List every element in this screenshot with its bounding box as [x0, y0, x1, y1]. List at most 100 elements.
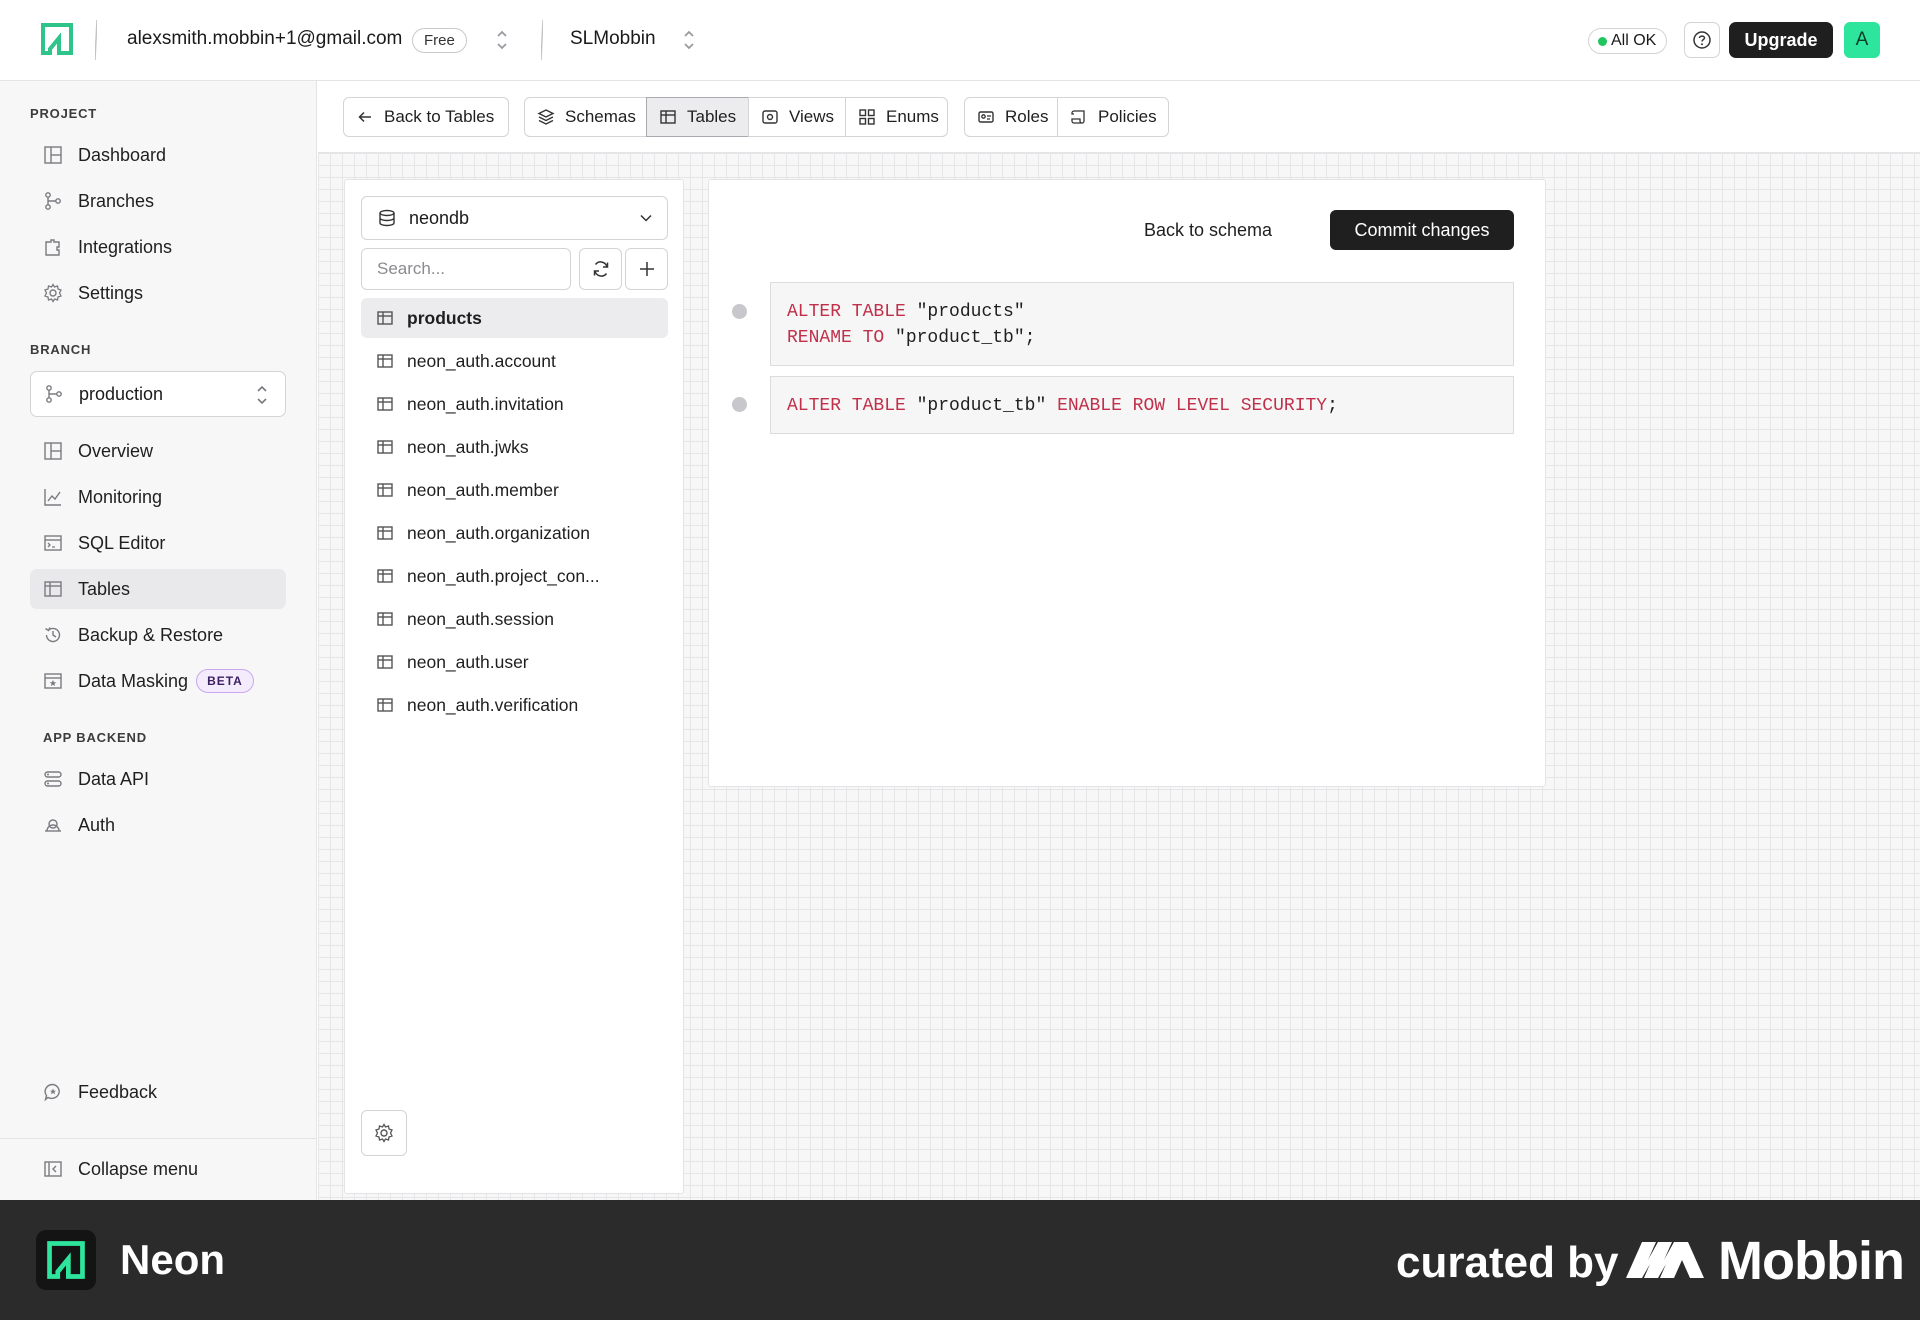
eye-icon: [762, 110, 778, 124]
sidebar-item-auth[interactable]: Auth: [30, 805, 286, 845]
sidebar-item-integrations[interactable]: Integrations: [30, 227, 286, 267]
sidebar-item-label: Auth: [78, 814, 116, 835]
sidebar-item-branches[interactable]: Branches: [30, 181, 286, 221]
table-list-item[interactable]: neon_auth.session: [361, 599, 668, 639]
chevron-up-down-icon[interactable]: [492, 27, 512, 53]
table-list-item[interactable]: neon_auth.organization: [361, 513, 668, 553]
table-icon: [377, 483, 393, 497]
sidebar-item-tables[interactable]: Tables: [30, 569, 286, 609]
back-to-tables-button[interactable]: Back to Tables: [343, 97, 509, 137]
overview-icon: [44, 442, 62, 460]
tab-views[interactable]: Views: [748, 97, 846, 137]
schema-canvas: neondb products neon_auth.account neon_aut…: [318, 153, 1920, 1200]
neon-logo-icon[interactable]: [40, 22, 74, 56]
tab-enums[interactable]: Enums: [845, 97, 948, 137]
avatar[interactable]: A: [1844, 22, 1880, 58]
database-selector[interactable]: neondb: [361, 196, 668, 240]
project-name[interactable]: SLMobbin: [570, 28, 656, 50]
table-list-item[interactable]: neon_auth.project_con...: [361, 556, 668, 596]
data-api-icon: [44, 771, 62, 787]
feedback-label: Feedback: [78, 1081, 158, 1102]
sidebar-item-monitoring[interactable]: Monitoring: [30, 477, 286, 517]
chevron-up-down-icon: [257, 385, 267, 405]
table-list-item[interactable]: neon_auth.member: [361, 470, 668, 510]
sidebar-divider: [0, 1138, 316, 1139]
table-name: neon_auth.account: [407, 350, 556, 371]
table-icon: [377, 397, 393, 411]
table-icon: [377, 311, 393, 325]
help-button[interactable]: [1684, 22, 1720, 58]
table-icon: [377, 655, 393, 669]
scroll-icon: [1071, 110, 1085, 124]
collapse-sidebar-icon: [44, 1161, 62, 1177]
branch-selector[interactable]: production: [30, 371, 286, 417]
collapse-menu-button[interactable]: Collapse menu: [30, 1149, 286, 1189]
database-icon: [379, 209, 395, 227]
status-dot-icon: [1598, 37, 1607, 46]
main-content: Back to Tables Schemas Tables Views Enum…: [318, 81, 1920, 1200]
table-list-item[interactable]: neon_auth.invitation: [361, 384, 668, 424]
table-icon: [377, 569, 393, 583]
table-icon: [377, 526, 393, 540]
section-title-branch: BRANCH: [30, 342, 92, 357]
table-list-item[interactable]: products: [361, 298, 668, 338]
refresh-button[interactable]: [579, 248, 622, 290]
tab-label: Schemas: [565, 107, 636, 126]
panel-settings-button[interactable]: [361, 1110, 407, 1156]
table-name: neon_auth.jwks: [407, 436, 529, 457]
sidebar-item-sql-editor[interactable]: SQL Editor: [30, 523, 286, 563]
sidebar-item-backup-restore[interactable]: Backup & Restore: [30, 615, 286, 655]
sidebar-item-overview[interactable]: Overview: [30, 431, 286, 471]
table-name: neon_auth.user: [407, 651, 529, 672]
breadcrumb-separator: [541, 20, 543, 60]
sidebar-item-label: Backup & Restore: [78, 624, 224, 645]
sidebar: PROJECT Dashboard Branches Integrations …: [0, 81, 317, 1200]
gear-icon: [44, 283, 62, 303]
sidebar-item-label: Settings: [78, 282, 144, 303]
sidebar-item-data-api[interactable]: Data API: [30, 759, 286, 799]
sidebar-item-settings[interactable]: Settings: [30, 273, 286, 313]
change-status-dot: [732, 397, 747, 412]
feedback-button[interactable]: Feedback: [30, 1072, 286, 1112]
add-table-button[interactable]: [625, 248, 668, 290]
tab-label: Enums: [886, 107, 939, 126]
sidebar-item-data-masking[interactable]: Data Masking BETA: [30, 661, 286, 701]
database-name: neondb: [409, 207, 470, 228]
feedback-icon: [44, 1083, 60, 1102]
collapse-menu-label: Collapse menu: [78, 1158, 199, 1179]
data-masking-icon: [44, 673, 62, 689]
sidebar-item-label: Data API: [78, 768, 150, 789]
sidebar-item-label: SQL Editor: [78, 532, 166, 553]
footer-banner: Neon curated by Mobbin: [0, 1200, 1920, 1320]
table-list-item[interactable]: neon_auth.verification: [361, 685, 668, 725]
sidebar-item-dashboard[interactable]: Dashboard: [30, 135, 286, 175]
table-search-input[interactable]: [361, 248, 571, 290]
curator-name: Mobbin: [1718, 1231, 1905, 1291]
table-list-item[interactable]: neon_auth.jwks: [361, 427, 668, 467]
sidebar-item-label: Dashboard: [78, 144, 167, 165]
tab-tables[interactable]: Tables: [646, 97, 749, 137]
table-icon: [44, 581, 62, 597]
tab-roles[interactable]: Roles: [964, 97, 1058, 137]
tab-label: Roles: [1005, 107, 1049, 126]
account-email[interactable]: alexsmith.mobbin+1@gmail.com: [127, 28, 402, 50]
upgrade-button[interactable]: Upgrade: [1729, 22, 1833, 58]
help-icon: [1693, 31, 1711, 49]
sql-keyword: ENABLE ROW LEVEL SECURITY: [1057, 396, 1328, 416]
table-list-panel: neondb products neon_auth.account neon_aut…: [344, 179, 684, 1194]
sql-value: ;: [1327, 396, 1338, 416]
breadcrumb-separator: [95, 20, 97, 60]
tab-schemas[interactable]: Schemas: [524, 97, 647, 137]
chevron-up-down-icon[interactable]: [679, 27, 699, 53]
dashboard-icon: [44, 146, 62, 164]
tab-policies[interactable]: Policies: [1057, 97, 1169, 137]
branches-icon: [46, 385, 62, 403]
sidebar-item-label: Integrations: [78, 236, 173, 257]
commit-changes-button[interactable]: Commit changes: [1330, 210, 1514, 250]
table-list-item[interactable]: neon_auth.account: [361, 341, 668, 381]
table-icon: [377, 698, 393, 712]
sql-statement: ALTER TABLE "products" RENAME TO "produc…: [770, 282, 1514, 366]
status-badge[interactable]: All OK: [1588, 28, 1668, 54]
table-list-item[interactable]: neon_auth.user: [361, 642, 668, 682]
back-to-schema-button[interactable]: Back to schema: [1144, 210, 1272, 250]
